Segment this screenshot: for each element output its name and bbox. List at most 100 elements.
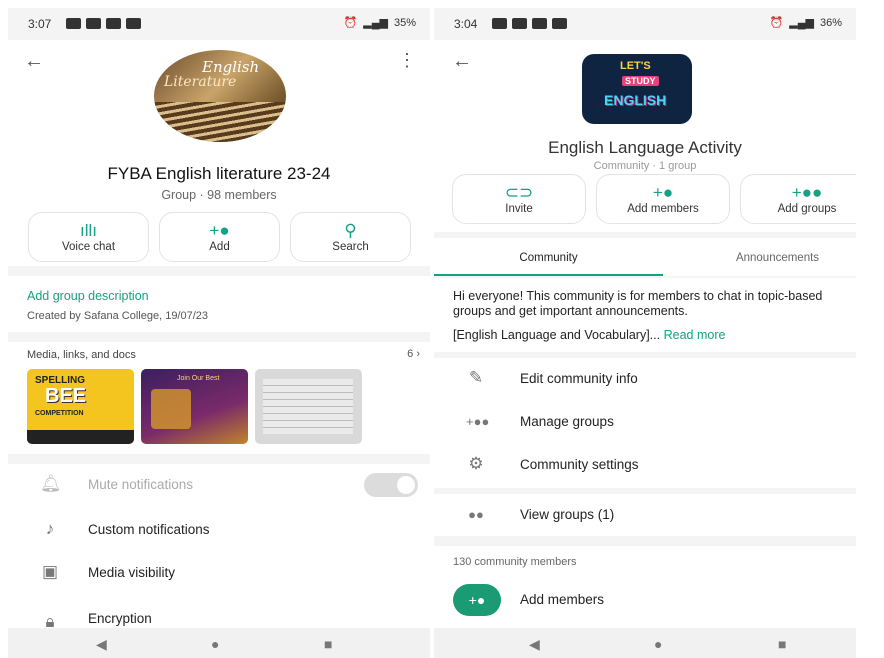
media-thumb-event-poster[interactable]: Join Our Best — [141, 369, 248, 444]
nav-recents-icon[interactable]: ■ — [778, 636, 786, 652]
community-avatar[interactable]: LET'S STUDY ENGLISH — [582, 54, 692, 124]
link-icon: ⊂⊃ — [504, 183, 534, 202]
signal-icon: ▂▄▆ — [789, 17, 814, 29]
mute-notifications-row[interactable]: 🔔︎ Mute notifications — [8, 464, 430, 506]
nav-home-icon[interactable]: ● — [654, 636, 662, 652]
back-arrow-icon[interactable]: ← — [24, 50, 44, 73]
books-image — [154, 102, 286, 142]
search-icon: ⚲ — [344, 221, 357, 240]
bell-icon: 🔔︎ — [40, 474, 62, 493]
community-settings-label: Community settings — [520, 457, 639, 472]
mute-label: Mute notifications — [88, 477, 194, 492]
edit-community-info-row[interactable]: ✎ Edit community info — [434, 358, 856, 400]
nav-back-icon[interactable]: ◀ — [529, 636, 540, 653]
group-info-screen: 3:07 ⏰ ▂▄▆ 35% ← ⋮ English Literature FY… — [8, 8, 430, 658]
voice-chat-label: Voice chat — [61, 241, 116, 253]
description-text: Hi everyone! This community is for membe… — [453, 289, 823, 318]
community-meta: Community · 1 group — [593, 160, 697, 172]
add-member-button[interactable]: +● Add — [159, 212, 280, 262]
alarm-icon: ⏰ — [343, 17, 358, 29]
media-count-value: 6 — [407, 348, 414, 360]
tab-announcements-label: Announcements — [735, 252, 820, 264]
media-visibility-label: Media visibility — [88, 565, 176, 580]
avatar-text-1: LET'S — [620, 60, 651, 72]
add-members-icon[interactable]: +● — [453, 584, 501, 616]
thumb1-line2: BEE — [45, 385, 87, 407]
thumb1-footer — [27, 430, 134, 444]
tab-bar: Community Announcements — [434, 238, 856, 276]
notification-icons — [492, 18, 567, 29]
edit-community-label: Edit community info — [520, 371, 638, 386]
tab-community[interactable]: Community — [434, 238, 663, 276]
community-header: ← LET'S STUDY ENGLISH English Language A… — [434, 40, 856, 232]
thumb1-line3: COMPETITION — [35, 410, 84, 417]
voice-chat-button[interactable]: ıllı Voice chat — [28, 212, 149, 262]
avatar-text-2: STUDY — [622, 76, 659, 86]
system-nav-bar: ◀ ● ■ — [8, 628, 430, 658]
media-thumb-document[interactable] — [255, 369, 362, 444]
read-more-link[interactable]: Read more — [664, 328, 726, 342]
group-meta: Group · 98 members — [161, 188, 277, 202]
avatar-text-3: ENGLISH — [604, 92, 667, 108]
mute-toggle[interactable] — [364, 473, 418, 497]
manage-groups-row[interactable]: +●● Manage groups — [434, 401, 856, 443]
people-icon: ●● — [468, 507, 484, 522]
community-settings-row[interactable]: ⚙ Community settings — [434, 444, 856, 486]
add-groups-label: Add groups — [777, 203, 837, 215]
notification-icons — [66, 18, 141, 29]
battery-level: 36% — [819, 16, 842, 29]
group-name: FYBA English literature 23-24 — [107, 164, 331, 183]
custom-notifications-row[interactable]: ♪ Custom notifications — [8, 509, 430, 551]
custom-notifications-label: Custom notifications — [88, 522, 210, 537]
members-section: 130 community members +● Add members — [434, 546, 856, 628]
nav-home-icon[interactable]: ● — [211, 636, 219, 652]
manage-groups-icon: +●● — [466, 414, 490, 429]
add-group-icon: +●● — [791, 183, 823, 202]
group-header: ← ⋮ English Literature FYBA English lite… — [8, 40, 430, 266]
add-members-button[interactable]: +● Add members — [596, 174, 730, 224]
add-members-row-label[interactable]: Add members — [520, 592, 604, 607]
description-section: Add group description Created by Safana … — [8, 276, 430, 332]
media-thumb-spelling-bee[interactable]: SPELLING BEE COMPETITION — [27, 369, 134, 444]
status-time: 3:04 — [454, 17, 478, 31]
more-options-icon[interactable]: ⋮ — [398, 50, 416, 71]
signal-icon: ▂▄▆ — [363, 17, 388, 29]
media-count[interactable]: 6 › — [407, 348, 420, 360]
add-members-label: Add members — [627, 203, 699, 215]
poster-shape — [151, 389, 191, 429]
status-right: ⏰ ▂▄▆ 36% — [769, 16, 842, 30]
tab-announcements[interactable]: Announcements — [663, 238, 856, 276]
add-groups-button[interactable]: +●● Add groups — [740, 174, 856, 224]
media-title: Media, links, and docs — [27, 349, 136, 361]
view-groups-label: View groups (1) — [520, 507, 615, 522]
community-menu: ✎ Edit community info +●● Manage groups … — [434, 358, 856, 488]
nav-back-icon[interactable]: ◀ — [96, 636, 107, 653]
members-count: 130 community members — [453, 556, 577, 568]
voice-wave-icon: ıllı — [80, 221, 97, 240]
chevron-right-icon: › — [416, 348, 420, 360]
community-name: English Language Activity — [548, 138, 742, 157]
add-person-icon: +● — [652, 183, 674, 202]
back-arrow-icon[interactable]: ← — [452, 50, 472, 73]
community-info-screen: 3:04 ⏰ ▂▄▆ 36% ← LET'S STUDY ENGLISH Eng… — [434, 8, 856, 658]
add-group-description[interactable]: Add group description — [27, 289, 149, 303]
gear-icon: ⚙ — [468, 454, 484, 473]
community-description: Hi everyone! This community is for membe… — [434, 278, 856, 352]
thumb2-line1: Join Our Best — [177, 375, 220, 382]
view-groups-row[interactable]: ●● View groups (1) — [434, 494, 856, 536]
alarm-icon: ⏰ — [769, 17, 784, 29]
status-time: 3:07 — [28, 17, 52, 31]
group-avatar[interactable]: English Literature — [154, 50, 286, 142]
nav-recents-icon[interactable]: ■ — [324, 636, 332, 652]
status-bar: 3:04 ⏰ ▂▄▆ 36% — [434, 8, 856, 40]
status-bar: 3:07 ⏰ ▂▄▆ 35% — [8, 8, 430, 40]
media-visibility-row[interactable]: ▣ Media visibility — [8, 552, 430, 594]
battery-level: 35% — [393, 16, 416, 29]
toggle-knob — [397, 476, 415, 494]
search-button[interactable]: ⚲ Search — [290, 212, 411, 262]
invite-button[interactable]: ⊂⊃ Invite — [452, 174, 586, 224]
add-label: Add — [209, 241, 230, 253]
music-note-icon: ♪ — [45, 519, 55, 538]
invite-label: Invite — [505, 203, 533, 215]
manage-groups-label: Manage groups — [520, 414, 614, 429]
